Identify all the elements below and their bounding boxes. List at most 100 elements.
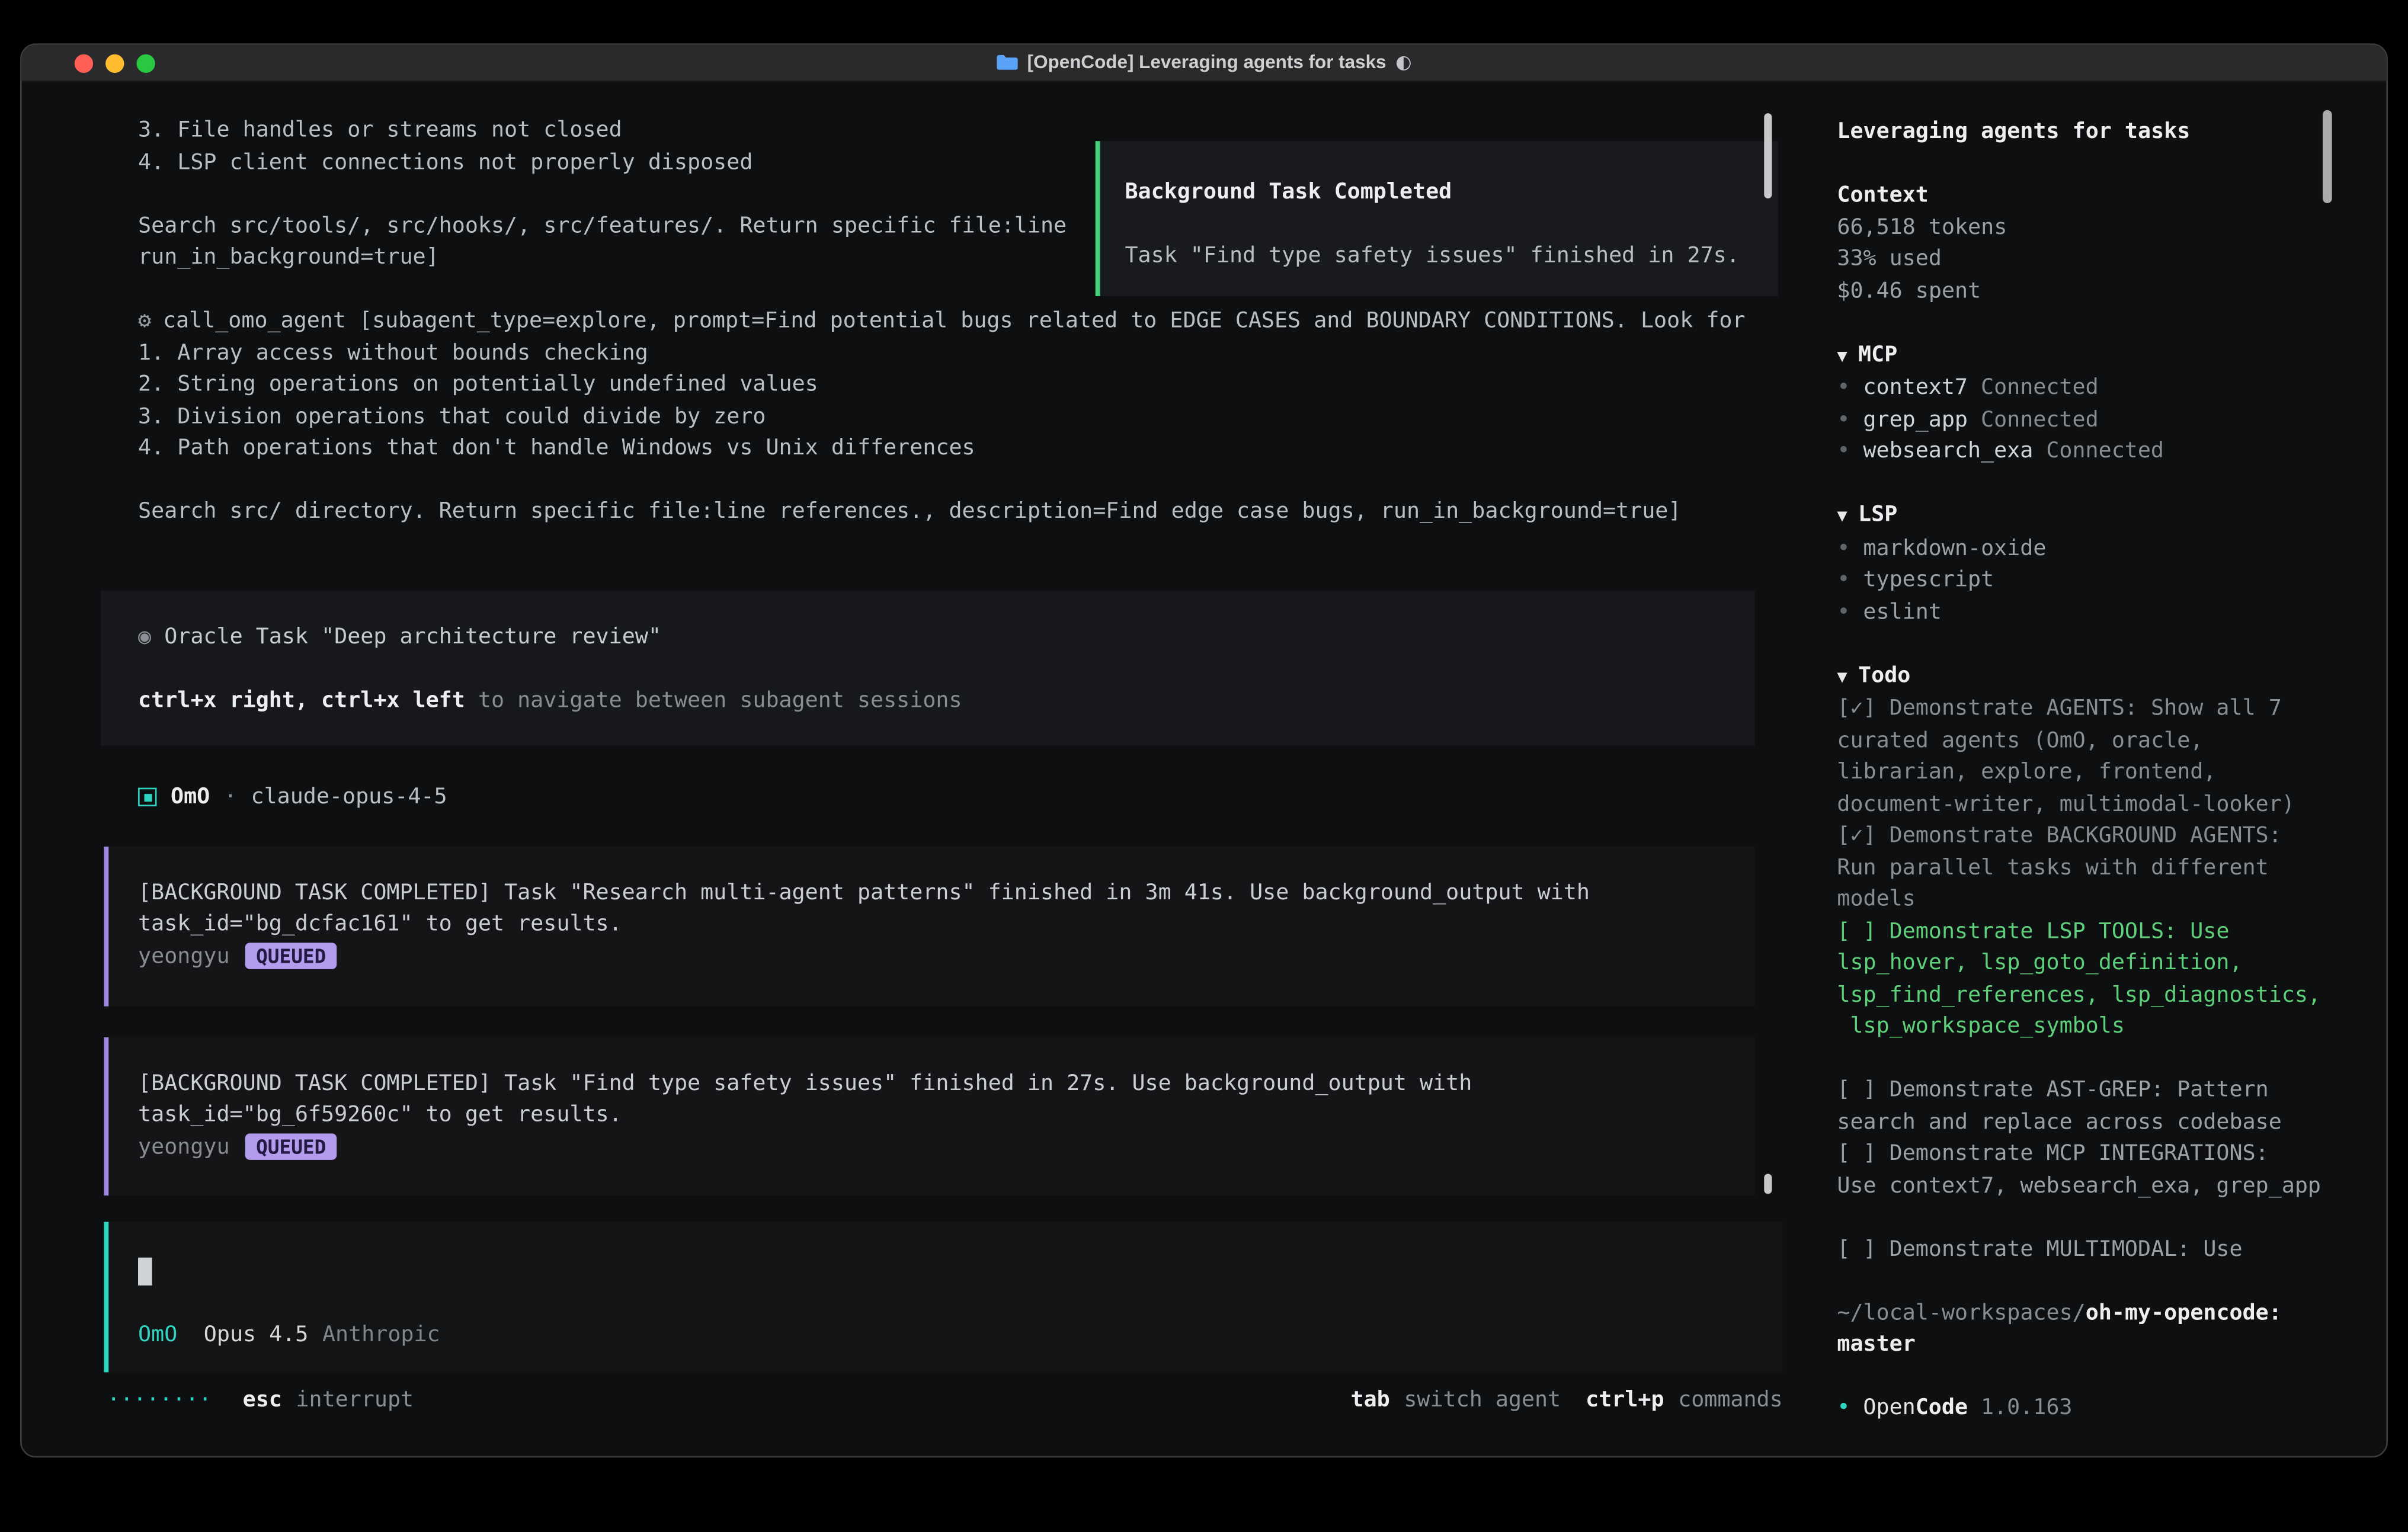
mcp-server-name: websearch_exa (1863, 435, 2033, 467)
window-controls (75, 55, 155, 73)
window-title-group: [OpenCode] Leveraging agents for tasks ◐ (996, 47, 1411, 79)
chevron-down-icon: ▼ (1837, 505, 1847, 525)
input-model-row: OmO Opus 4.5 Anthropic (138, 1319, 440, 1351)
text-cursor (138, 1258, 151, 1286)
chevron-down-icon: ▼ (1837, 345, 1847, 365)
window-title: [OpenCode] Leveraging agents for tasks (1027, 47, 1386, 79)
mcp-heading: MCP (1858, 342, 1897, 367)
mcp-item: • context7 Connected (1837, 372, 2336, 404)
status-bar-right: tab switch agent ctrl+p commands (1351, 1384, 1783, 1416)
todo-item-done: [✓] Demonstrate BACKGROUND AGENTS: Run p… (1837, 821, 2336, 916)
session-title: Leveraging agents for tasks (1837, 116, 2336, 148)
bullet-icon: • (1837, 404, 1850, 436)
lsp-server-name: typescript (1863, 565, 1994, 597)
zoom-window-button[interactable] (136, 55, 155, 73)
screen: [OpenCode] Leveraging agents for tasks ◐… (0, 0, 2408, 1532)
workspace-repo: oh-my-opencode: (2086, 1300, 2282, 1325)
folder-icon (996, 55, 1018, 72)
message-author: yeongyu (138, 940, 230, 972)
bullet-icon: • (1837, 565, 1850, 597)
minimize-window-button[interactable] (105, 55, 124, 73)
bullet-icon: • (1837, 533, 1850, 565)
lsp-server-name: eslint (1863, 596, 1941, 628)
oracle-task-title-row: ◉ Oracle Task "Deep architecture review" (138, 622, 1755, 654)
tab-key-label: switch agent (1404, 1384, 1561, 1416)
todo-item-done: [✓] Demonstrate AGENTS: Show all 7 curat… (1837, 693, 2336, 821)
context-stats: 66,518 tokens 33% used $0.46 spent (1837, 211, 2336, 307)
tab-key-hint: tab (1351, 1384, 1390, 1416)
message-text: [BACKGROUND TASK COMPLETED] Task "Find t… (138, 1068, 1755, 1131)
message-text: [BACKGROUND TASK COMPLETED] Task "Resear… (138, 877, 1755, 940)
background-task-toast: Background Task Completed Task "Find typ… (1096, 141, 1778, 296)
context-heading: Context (1837, 180, 2336, 212)
todo-item-active: [ ] Demonstrate LSP TOOLS: Use lsp_hover… (1837, 916, 2336, 1043)
agent-header: OmO · claude-opus-4-5 (138, 781, 447, 813)
app-version: 1.0.163 (1981, 1392, 2073, 1424)
commands-key-hint: ctrl+p (1586, 1384, 1664, 1416)
tool-call-text: call_omo_agent [subagent_type=explore, p… (138, 306, 1745, 528)
app-name-bold: Code (1916, 1392, 1968, 1424)
message-author-row: yeongyu QUEUED (138, 940, 1755, 972)
terminal-scrollback-text: 3. File handles or streams not closed 4.… (138, 115, 1067, 274)
mcp-item: •grep_appConnected (1837, 404, 2336, 436)
title-bar[interactable]: [OpenCode] Leveraging agents for tasks ◐ (22, 45, 2387, 82)
terminal-window: [OpenCode] Leveraging agents for tasks ◐… (20, 43, 2388, 1457)
esc-key-hint: esc (243, 1384, 282, 1416)
app-name: Open (1863, 1392, 1915, 1424)
lsp-server-name: markdown-oxide (1863, 533, 2046, 565)
queued-status-badge: QUEUED (245, 943, 337, 969)
todo-item-pending: [ ] Demonstrate MULTIMODAL: Use (1837, 1233, 2336, 1265)
working-spinner-icon: ········ (107, 1384, 212, 1416)
message-author: yeongyu (138, 1131, 230, 1163)
toast-title: Background Task Completed (1125, 177, 1778, 209)
sidebar: Leveraging agents for tasks Context 66,5… (1837, 116, 2336, 1424)
main-scrollbar-thumb[interactable] (1764, 113, 1772, 198)
oracle-nav-hint: ctrl+x right, ctrl+x left to navigate be… (138, 685, 1755, 717)
version-row: • OpenCode 1.0.163 (1837, 1392, 2336, 1424)
bullet-icon: • (1837, 372, 1850, 404)
mcp-server-status: Connected (2046, 435, 2164, 467)
lsp-item: • markdown-oxide (1837, 533, 2336, 565)
background-task-message: [BACKGROUND TASK COMPLETED] Task "Find t… (104, 1037, 1754, 1196)
oracle-hint-text: to navigate between subagent sessions (465, 688, 962, 713)
todo-item-pending: [ ] Demonstrate AST-GREP: Pattern search… (1837, 1075, 2336, 1138)
input-agent-name: OmO (138, 1319, 177, 1351)
mcp-server-name: grep_app (1863, 404, 1968, 436)
mcp-item: •websearch_exaConnected (1837, 435, 2336, 467)
oracle-hint-keys: ctrl+x right, ctrl+x left (138, 688, 465, 713)
main-scrollbar-thumb[interactable] (1764, 1174, 1772, 1194)
status-bar: ········ esc interrupt tab switch agent … (107, 1384, 1783, 1416)
workspace-path: ~/local-workspaces/ (1837, 1300, 2085, 1325)
prompt-input[interactable]: OmO Opus 4.5 Anthropic (104, 1222, 1782, 1373)
mcp-section-header[interactable]: ▼ MCP (1837, 339, 2336, 372)
message-author-row: yeongyu QUEUED (138, 1131, 1755, 1163)
lsp-section-header[interactable]: ▼ LSP (1837, 499, 2336, 533)
lsp-item: • eslint (1837, 596, 2336, 628)
agent-separator: · (224, 781, 237, 813)
oracle-task-title: Oracle Task "Deep architecture review" (151, 625, 661, 650)
todo-section-header[interactable]: ▼ Todo (1837, 660, 2336, 693)
lsp-heading: LSP (1858, 502, 1897, 527)
workspace-branch-row: master (1837, 1329, 2336, 1361)
toast-body: Task "Find type safety issues" finished … (1125, 241, 1778, 273)
commands-key-label: commands (1678, 1384, 1783, 1416)
background-task-message: [BACKGROUND TASK COMPLETED] Task "Resear… (104, 847, 1754, 1007)
todo-heading: Todo (1858, 663, 1910, 688)
workspace-path-row: ~/local-workspaces/oh-my-opencode: (1837, 1297, 2336, 1329)
status-dot-icon: • (1837, 1392, 1850, 1424)
close-window-button[interactable] (75, 55, 93, 73)
lsp-item: • typescript (1837, 565, 2336, 597)
agent-model: claude-opus-4-5 (251, 781, 447, 813)
esc-key-label: interrupt (296, 1384, 414, 1416)
todo-item-pending: [ ] Demonstrate MCP INTEGRATIONS: Use co… (1837, 1138, 2336, 1201)
git-branch: master (1837, 1332, 1915, 1357)
chevron-down-icon: ▼ (1837, 666, 1847, 686)
session-timer-icon: ◐ (1395, 47, 1411, 79)
bullet-icon: • (1837, 596, 1850, 628)
mcp-server-status: Connected (1981, 372, 2099, 404)
input-provider-name: Anthropic (322, 1319, 440, 1351)
mcp-server-name: context7 (1863, 372, 1968, 404)
agent-square-icon (138, 788, 156, 806)
queued-status-badge: QUEUED (245, 1134, 337, 1160)
oracle-session-icon: ◉ (138, 625, 151, 650)
